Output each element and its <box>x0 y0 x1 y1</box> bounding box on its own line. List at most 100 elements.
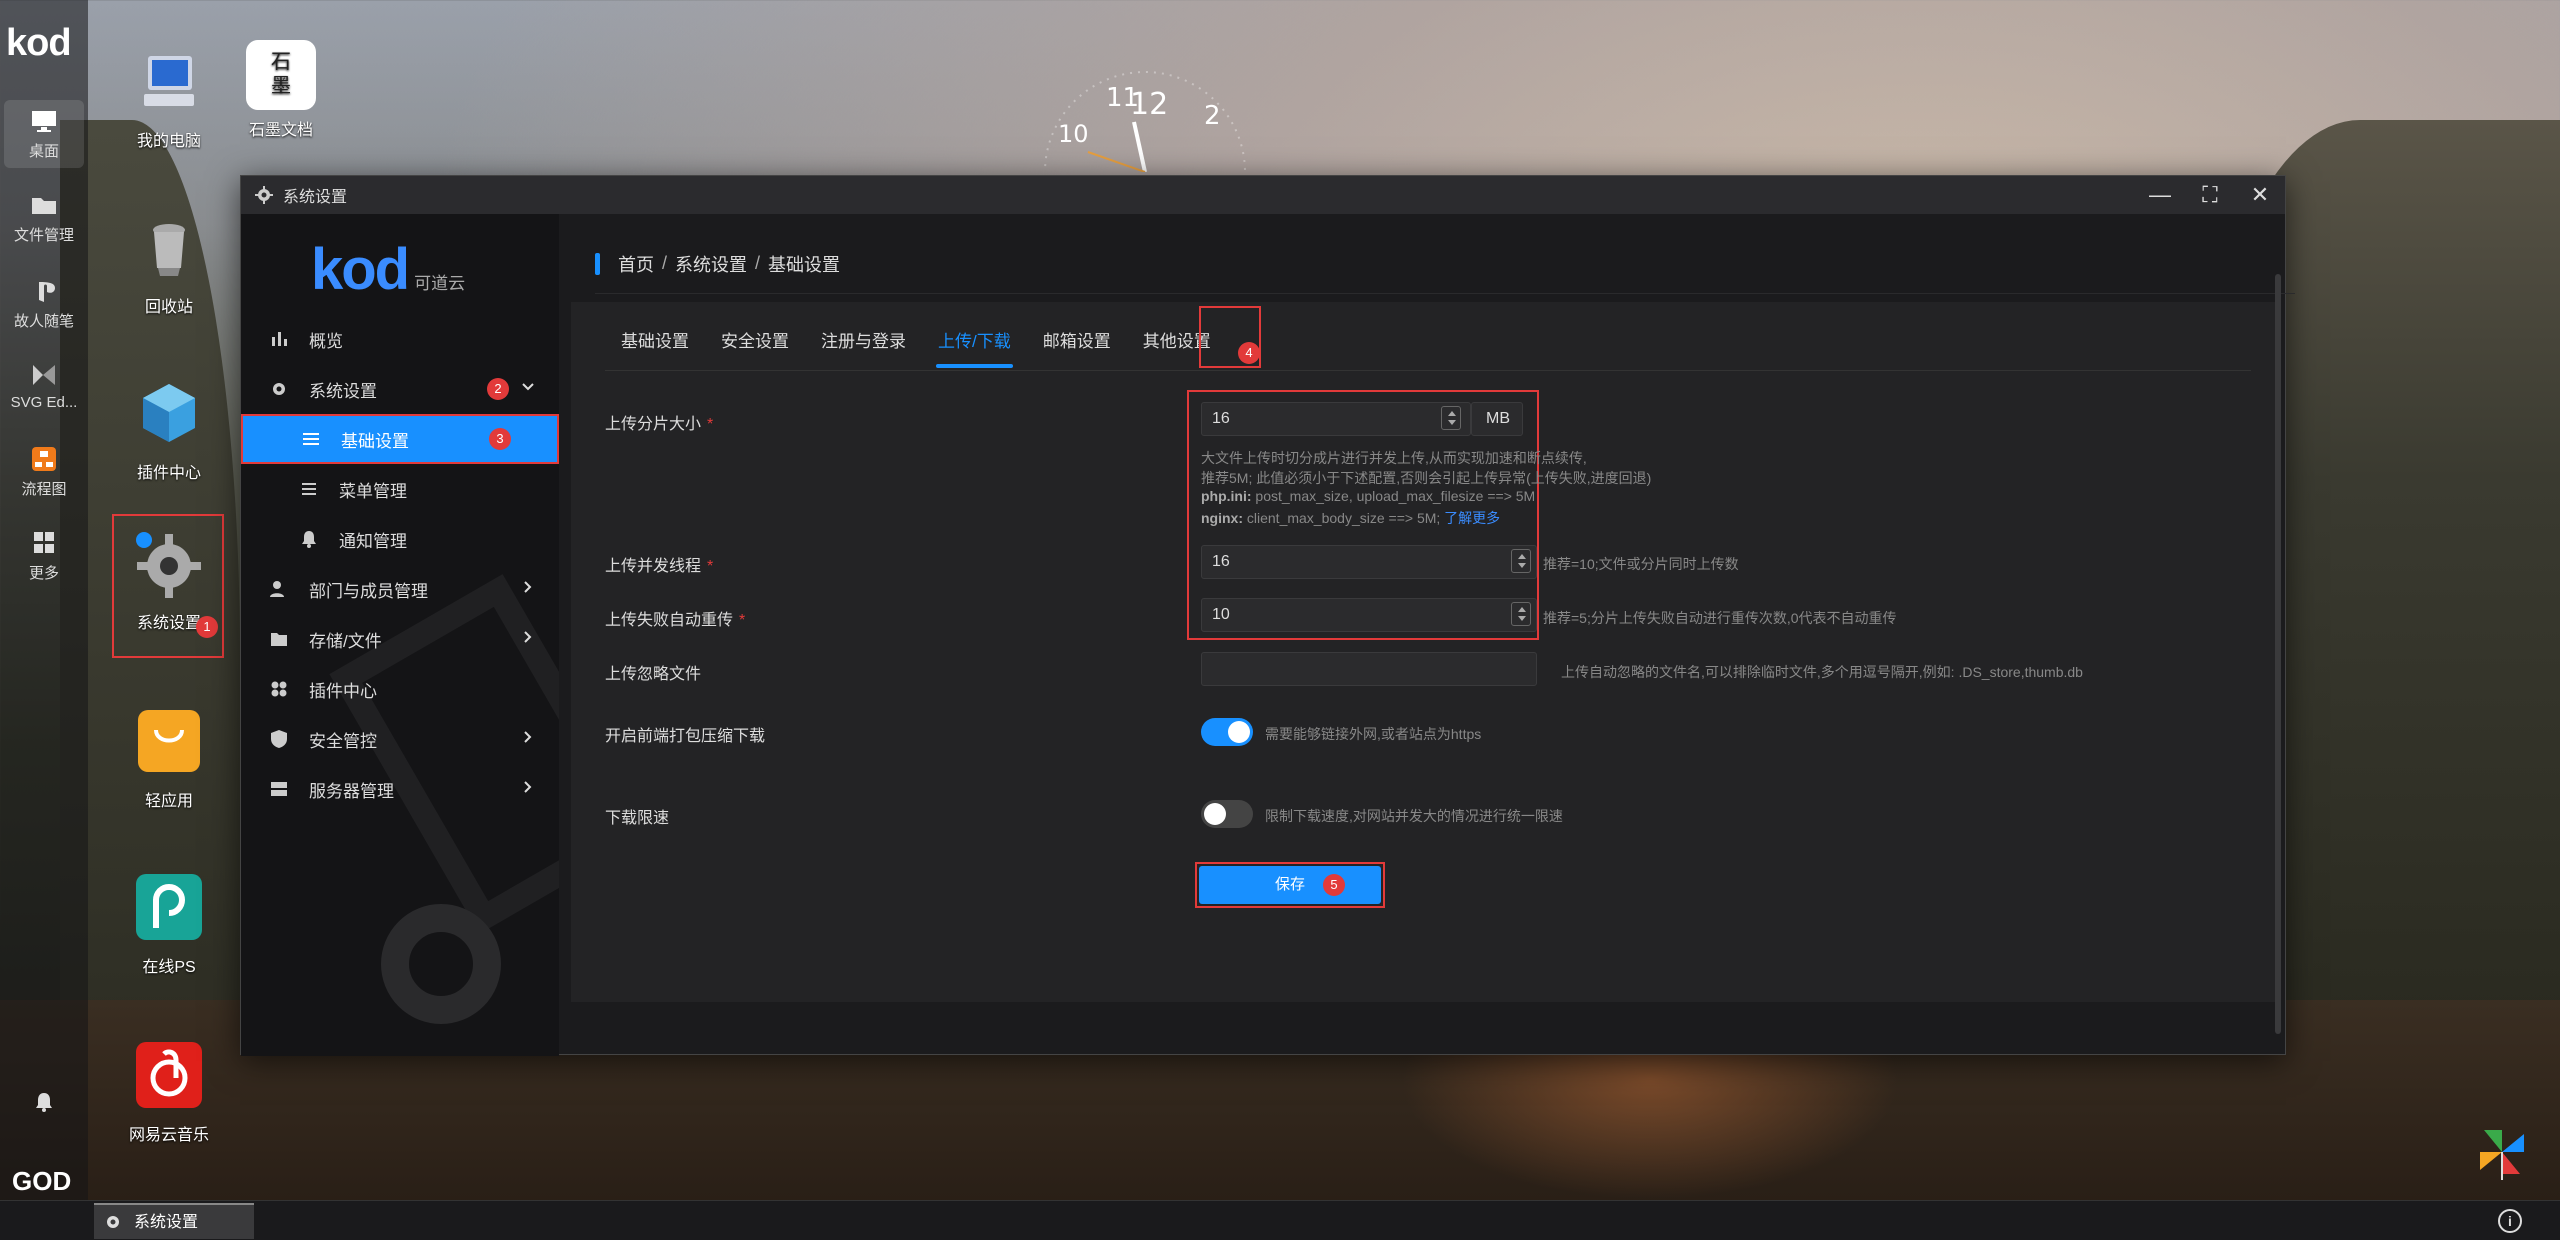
retry-stepper[interactable] <box>1511 602 1531 626</box>
breadcrumb-home[interactable]: 首页 <box>618 251 654 277</box>
tab-basic[interactable]: 基础设置 <box>605 322 705 362</box>
playstation-icon <box>39 282 55 302</box>
chunk-size-input[interactable]: 16 <box>1201 402 1471 436</box>
breadcrumb-system-settings[interactable]: 系统设置 <box>675 251 747 277</box>
dock-item-more[interactable]: 更多 <box>4 530 84 583</box>
taskbar-item-label: 系统设置 <box>134 1214 199 1231</box>
sidebar-item-plugins[interactable]: 插件中心 <box>241 664 559 714</box>
gear-icon <box>273 383 285 395</box>
breadcrumb-current: 基础设置 <box>768 254 841 275</box>
shield-icon <box>271 730 287 748</box>
logo-text: kod <box>311 237 410 302</box>
folder-icon <box>32 198 56 214</box>
apps-icon <box>271 681 287 697</box>
learn-more-link[interactable]: 了解更多 <box>1444 510 1500 526</box>
step-badge-5: 5 <box>1323 874 1345 896</box>
taskbar-item-system-settings[interactable]: 系统设置 <box>94 1203 254 1239</box>
dock-item-notes[interactable]: 故人随笔 <box>4 278 84 331</box>
flowchart-icon <box>32 447 56 471</box>
tab-email[interactable]: 邮箱设置 <box>1027 322 1127 362</box>
scrollbar[interactable] <box>2275 274 2281 1034</box>
chunk-size-unit: MB <box>1471 402 1523 436</box>
svg-text:10: 10 <box>1058 120 1089 148</box>
dock-item-flowchart[interactable]: 流程图 <box>4 446 84 499</box>
required-mark: * <box>707 416 714 433</box>
retry-label-text: 上传失败自动重传 <box>605 612 734 629</box>
desktop-icon-label: 轻应用 <box>144 793 193 810</box>
sidebar-decoration-ring <box>381 904 501 1024</box>
sidebar-item-label: 部门与成员管理 <box>309 581 428 601</box>
dock-item-svg-editor[interactable]: SVG Ed... <box>4 362 84 411</box>
sidebar-item-label: 通知管理 <box>339 531 407 551</box>
threads-stepper[interactable] <box>1511 549 1531 573</box>
users-icon <box>270 581 284 597</box>
desktop-icon-recycle-bin[interactable]: 回收站 <box>114 212 224 317</box>
grid-icon <box>34 532 54 553</box>
close-button[interactable]: ✕ <box>2245 180 2275 210</box>
desktop-icon-netease-music[interactable]: 网易云音乐 <box>114 1040 224 1145</box>
tab-security[interactable]: 安全设置 <box>705 322 805 362</box>
required-mark: * <box>707 558 714 575</box>
dock-item-label: 更多 <box>28 565 59 582</box>
toggle-knob <box>1228 721 1250 743</box>
desktop-icon-label: 我的电脑 <box>136 133 201 150</box>
zip-download-toggle[interactable] <box>1201 718 1253 746</box>
settings-tabs: 基础设置 安全设置 注册与登录 上传/下载 邮箱设置 其他设置 <box>605 322 1227 368</box>
desktop-icon-shimo[interactable]: 石 墨 石墨文档 <box>226 40 336 140</box>
gear-icon <box>255 186 273 204</box>
speed-limit-toggle[interactable] <box>1201 800 1253 828</box>
sidebar-item-storage[interactable]: 存储/文件 <box>241 614 559 664</box>
desktop-icon-light-app[interactable]: 轻应用 <box>114 706 224 811</box>
chunk-size-stepper[interactable] <box>1441 406 1461 430</box>
save-button[interactable]: 保存 <box>1199 866 1381 904</box>
dock-item-desktop[interactable]: 桌面 <box>4 100 84 168</box>
sidebar-item-security[interactable]: 安全管控 <box>241 714 559 764</box>
minimize-button[interactable]: — <box>2145 180 2175 210</box>
sidebar-item-basic-settings[interactable]: 基础设置 3 <box>241 414 559 464</box>
tab-register-login[interactable]: 注册与登录 <box>805 322 922 362</box>
required-mark: * <box>739 612 746 629</box>
desktop-icon-online-ps[interactable]: 在线PS <box>114 872 224 977</box>
step-badge-3: 3 <box>489 428 511 450</box>
dock-item-file-manager[interactable]: 文件管理 <box>4 192 84 245</box>
svg-editor-icon <box>33 365 55 385</box>
sidebar-item-server[interactable]: 服务器管理 <box>241 764 559 814</box>
svg-text:11: 11 <box>1106 83 1139 113</box>
zip-download-label: 开启前端打包压缩下载 <box>605 728 766 745</box>
sidebar-item-menu-management[interactable]: 菜单管理 <box>241 464 559 514</box>
hint-value: client_max_body_size ==> 5M; <box>1243 510 1441 526</box>
sidebar-item-overview[interactable]: 概览 <box>241 314 559 364</box>
pinwheel-icon[interactable] <box>2474 1124 2530 1180</box>
sidebar-item-system-settings[interactable]: 系统设置 2 <box>241 364 559 414</box>
desktop-icon-my-computer[interactable]: 我的电脑 <box>114 46 224 151</box>
chevron-right-icon <box>524 581 532 593</box>
list-icon <box>302 483 316 495</box>
taskbar: 系统设置 i <box>0 1200 2560 1240</box>
sidebar-item-members[interactable]: 部门与成员管理 <box>241 564 559 614</box>
bar-chart-icon <box>272 332 287 346</box>
speed-limit-label: 下载限速 <box>605 810 670 827</box>
threads-input[interactable]: 16 <box>1201 545 1537 579</box>
chevron-right-icon <box>524 631 532 643</box>
desktop-icon-label: 在线PS <box>142 959 196 976</box>
ignore-input[interactable] <box>1201 652 1537 686</box>
bell-icon <box>302 531 316 548</box>
svg-text:2: 2 <box>1204 101 1221 131</box>
step-badge-1: 1 <box>196 616 218 638</box>
retry-input[interactable]: 10 <box>1201 598 1537 632</box>
bell-icon[interactable] <box>32 1090 56 1114</box>
window-titlebar[interactable]: 系统设置 — ⛶ ✕ <box>241 176 2285 214</box>
chevron-right-icon <box>524 781 532 793</box>
sidebar-item-notifications[interactable]: 通知管理 <box>241 514 559 564</box>
info-icon[interactable]: i <box>2498 1209 2522 1233</box>
tab-upload-download[interactable]: 上传/下载 <box>922 322 1027 368</box>
system-settings-window: 系统设置 — ⛶ ✕ kod 可道云 概览 系统设置 2 基础设置 3 菜单管理… <box>240 175 2295 1056</box>
breadcrumb-marker <box>595 252 600 275</box>
retry-label: 上传失败自动重传 * <box>605 606 745 630</box>
speed-limit-hint: 限制下载速度,对网站并发大的情况进行统一限速 <box>1265 808 1563 824</box>
settings-sidebar: kod 可道云 概览 系统设置 2 基础设置 3 菜单管理 通知管理 部门与成员… <box>241 214 559 1056</box>
maximize-button[interactable]: ⛶ <box>2195 180 2225 210</box>
desktop-icon-label: 石墨文档 <box>248 122 313 139</box>
desktop-icon-plugin-center[interactable]: 插件中心 <box>114 378 224 483</box>
retry-hint: 推荐=5;分片上传失败自动进行重传次数,0代表不自动重传 <box>1543 610 1897 626</box>
